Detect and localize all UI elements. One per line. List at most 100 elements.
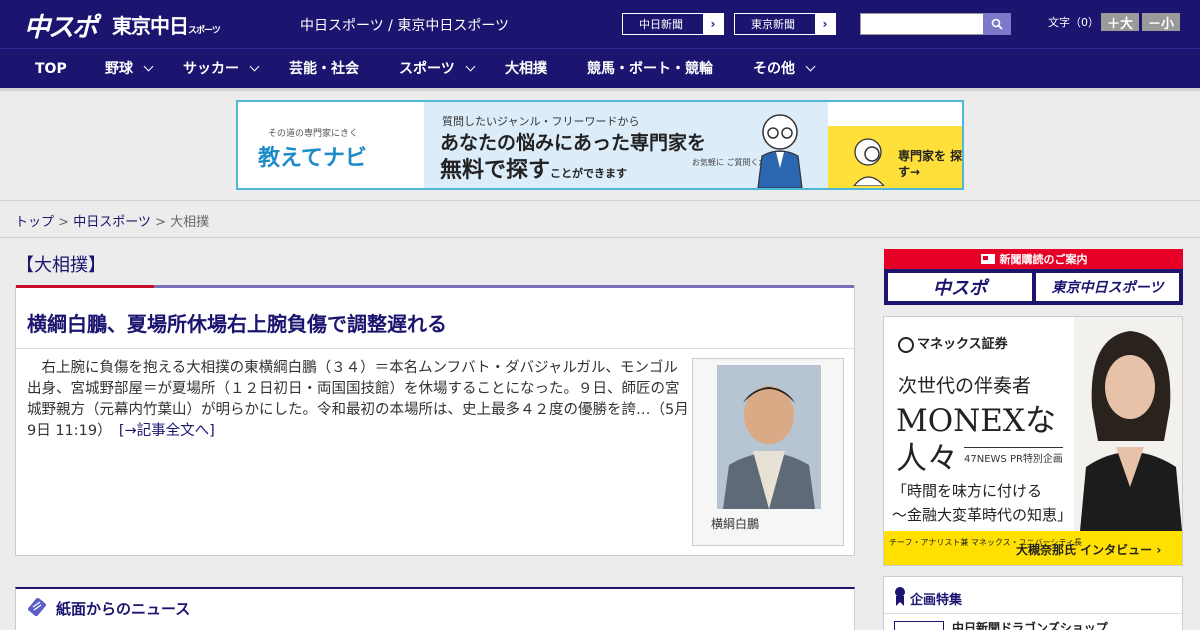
advisor-illustration-icon: [757, 114, 803, 188]
ad-quote-line2: 〜金融大変革時代の知恵」: [892, 506, 1073, 524]
tokyo-shimbun-button[interactable]: 東京新聞 ›: [734, 13, 836, 35]
nav-label: 大相撲: [505, 61, 547, 77]
ad-headline3: 人々: [896, 441, 958, 477]
chuspo-logo[interactable]: 中スポ: [24, 7, 98, 44]
ad-quote: 「時間を味方に付ける 〜金融大変革時代の知恵」: [892, 479, 1072, 527]
headline-divider: [16, 348, 854, 349]
main-nav: TOP 野球 サッカー 芸能・社会 スポーツ 大相撲 競馬・ボート・競輪 その他: [0, 48, 1200, 89]
nav-label: 芸能・社会: [289, 61, 359, 77]
ad-quote-line1: 「時間を味方に付ける: [892, 482, 1043, 500]
article-top-rule-accent: [16, 285, 154, 288]
ribbon-icon: [895, 587, 905, 606]
nav-item-sumo[interactable]: 大相撲: [505, 49, 547, 90]
oshiete-navi-banner[interactable]: その道の専門家にきく 教えてナビ 質問したいジャンル・フリーワードから あなたの…: [236, 100, 964, 190]
chevron-down-icon: [465, 61, 476, 72]
special-item-thumbnail[interactable]: [894, 621, 944, 630]
monex-mark-icon: [898, 336, 914, 353]
banner-copy-area: 質問したいジャンル・フリーワードから あなたの悩みにあった専門家を 無料で探すこ…: [424, 102, 828, 188]
subscription-title: 新聞購読のご案内: [999, 253, 1088, 266]
subscribe-tokyo-chunichi-button[interactable]: 東京中日スポーツ: [1036, 273, 1179, 301]
article-photo-box[interactable]: 横綱白鵬: [692, 358, 844, 546]
article-headline[interactable]: 横綱白鵬、夏場所休場右上腕負傷で調整遅れる: [27, 308, 447, 337]
chunichi-shimbun-label: 中日新聞: [639, 18, 683, 31]
wrestler-photo-icon: [717, 365, 821, 509]
monex-ad[interactable]: マネックス証券 次世代の伴奏者 MONEXな 人々 47NEWS PR特別企画 …: [883, 316, 1183, 566]
search-button[interactable]: [983, 13, 1011, 35]
top-header: 中スポ 東京中日スポーツ 中日スポーツ / 東京中日スポーツ 中日新聞 › 東京…: [0, 0, 1200, 48]
tokyo-chunichi-logo[interactable]: 東京中日スポーツ: [112, 10, 221, 39]
banner-line3: 無料で探すことができます: [440, 152, 627, 184]
nav-item-top[interactable]: TOP: [35, 49, 67, 90]
news-from-paper-section: 紙面からのニュース: [15, 587, 855, 630]
tokyo-shimbun-label: 東京新聞: [751, 18, 795, 31]
photo-caption: 横綱白鵬: [711, 517, 760, 531]
search-icon: [991, 18, 1003, 30]
chevron-right-icon: ›: [815, 14, 835, 34]
search-input[interactable]: [860, 13, 984, 35]
article-photo[interactable]: [717, 365, 821, 509]
nav-label: スポーツ: [399, 61, 455, 77]
site-names: 中日スポーツ / 東京中日スポーツ: [300, 18, 510, 34]
interviewee-portrait-icon: [1074, 317, 1182, 531]
tokyo-chunichi-logo-text: 東京中日: [112, 14, 189, 38]
font-size-up-button[interactable]: ＋大: [1101, 13, 1139, 32]
chevron-down-icon: [249, 61, 260, 72]
breadcrumb: トップ > 中日スポーツ > 大相撲: [15, 211, 209, 230]
special-features-box: 企画特集 中日新聞ドラゴンズショップ: [883, 576, 1183, 630]
banner-line3-main: 無料で探す: [440, 158, 551, 183]
banner-cta-label: 専門家を 探す→: [898, 149, 963, 179]
subscription-box: 新聞購読のご案内 中スポ 東京中日スポーツ: [884, 249, 1183, 305]
banner-cta[interactable]: 専門家を 探す→: [828, 126, 963, 188]
nav-item-soccer[interactable]: サッカー: [183, 49, 260, 90]
chevron-down-icon: [143, 61, 154, 72]
nav-divider: [0, 88, 1200, 91]
chevron-down-icon: [805, 61, 816, 72]
monex-logo: マネックス証券: [898, 333, 1008, 353]
news-section-title: 紙面からのニュース: [56, 600, 191, 618]
font-size-down-button[interactable]: －小: [1142, 13, 1180, 32]
banner-line2: あなたの悩みにあった専門家を: [440, 132, 707, 154]
breadcrumb-current: 大相撲: [170, 215, 210, 230]
chevron-right-icon: ›: [703, 14, 723, 34]
banner-brand: 教えてナビ: [258, 146, 367, 171]
special-features-title: 企画特集: [910, 593, 963, 608]
newspaper-icon: [980, 254, 995, 264]
ad-headline1: 次世代の伴奏者: [898, 375, 1032, 397]
read-more-link[interactable]: [→記事全文へ]: [119, 423, 215, 439]
breadcrumb-bar: トップ > 中日スポーツ > 大相撲: [0, 200, 1200, 238]
ad-footer: チーフ・アナリスト兼 マネックス・ユニバーシティ長 大槻奈那氏 インタビュー ›: [884, 531, 1182, 565]
nav-item-other[interactable]: その他: [753, 49, 816, 90]
subscribe-chuspo-button[interactable]: 中スポ: [888, 273, 1032, 301]
nav-item-sports[interactable]: スポーツ: [399, 49, 476, 90]
article-body: 右上腕に負傷を抱える大相撲の東横綱白鵬（３４）＝本名ムンフバト・ダバジャルガル、…: [27, 358, 691, 442]
search-person-icon: [853, 138, 885, 186]
breadcrumb-sep: >: [150, 215, 171, 230]
ad-interviewee-name: 大槻奈那氏 インタビュー ›: [1016, 543, 1162, 557]
ad-pr-label: 47NEWS PR特別企画: [964, 447, 1063, 465]
article-top-rule: [16, 285, 854, 288]
nav-label: TOP: [35, 61, 67, 77]
nav-item-entertainment[interactable]: 芸能・社会: [289, 49, 359, 90]
banner-line3-tail: ことができます: [550, 167, 628, 180]
banner-brand-area: その道の専門家にきく 教えてナビ: [238, 102, 424, 188]
tokyo-chunichi-logo-sub: スポーツ: [188, 26, 221, 36]
article-card: 横綱白鵬、夏場所休場右上腕負傷で調整遅れる 右上腕に負傷を抱える大相撲の東横綱白…: [15, 285, 855, 556]
banner-tagline: その道の専門家にきく: [268, 129, 359, 139]
nav-label: 競馬・ボート・競輪: [587, 61, 713, 77]
font-size-label: 文字（0）: [1048, 16, 1099, 29]
chunichi-shimbun-button[interactable]: 中日新聞 ›: [622, 13, 724, 35]
breadcrumb-sep: >: [54, 215, 74, 230]
nav-label: 野球: [105, 61, 133, 77]
nav-label: サッカー: [183, 61, 239, 77]
subscription-header: 新聞購読のご案内: [884, 249, 1183, 269]
monex-brand: マネックス証券: [917, 337, 1008, 352]
breadcrumb-home-link[interactable]: トップ: [15, 215, 54, 230]
special-item-link[interactable]: 中日新聞ドラゴンズショップ: [952, 619, 1108, 630]
nav-label: その他: [753, 61, 795, 77]
section-category-label: 【大相撲】: [16, 255, 106, 276]
newspaper-icon: [28, 598, 46, 616]
nav-item-racing[interactable]: 競馬・ボート・競輪: [587, 49, 713, 90]
breadcrumb-section-link[interactable]: 中日スポーツ: [73, 215, 151, 230]
banner-line1: 質問したいジャンル・フリーワードから: [442, 115, 640, 128]
nav-item-baseball[interactable]: 野球: [105, 49, 154, 90]
